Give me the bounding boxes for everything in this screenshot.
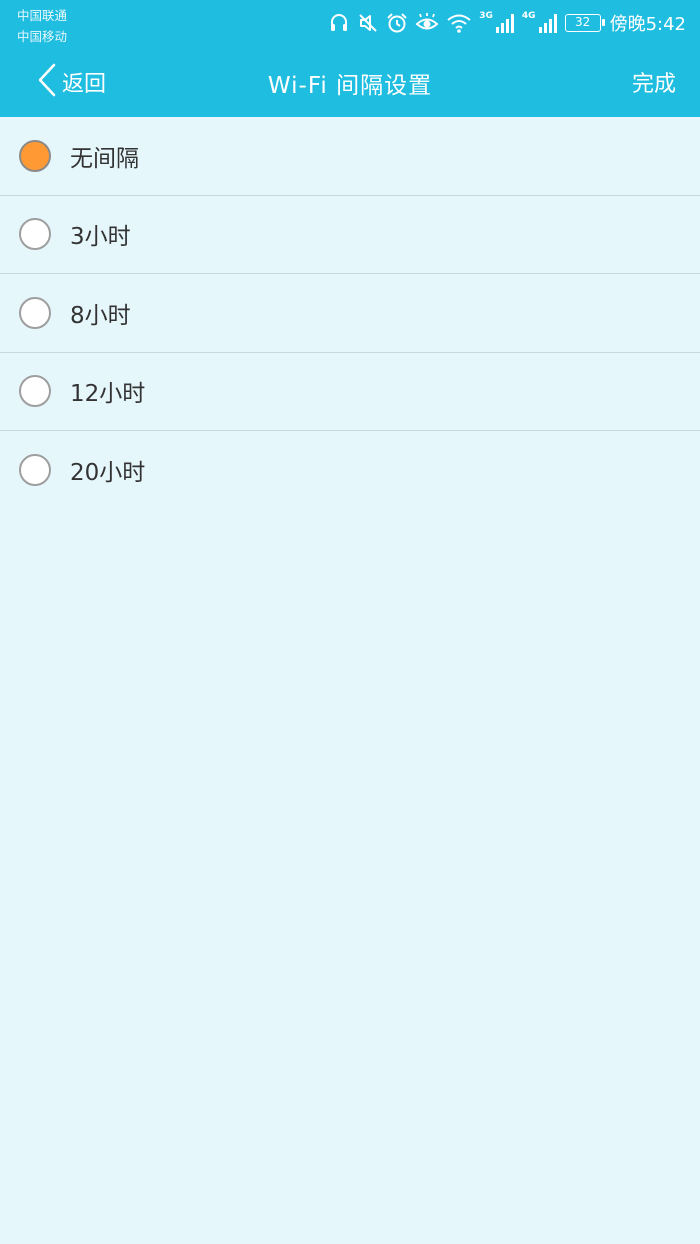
status-bar: 中国联通 中国移动 3G 4G 32 傍晚5:42 — [0, 0, 700, 46]
battery-icon: 32 — [564, 14, 605, 32]
page-title: Wi-Fi 间隔设置 — [267, 73, 433, 99]
radio-button[interactable] — [19, 454, 51, 487]
page: 中国联通 中国移动 3G 4G 32 傍晚5:42 返回 Wi-Fi 间隔设置 … — [0, 0, 700, 1244]
option-label: 8小时 — [70, 302, 131, 329]
option-label: 20小时 — [70, 460, 146, 487]
nav-bar: 返回 Wi-Fi 间隔设置 完成 — [0, 46, 700, 117]
done-button[interactable]: 完成 — [632, 66, 676, 98]
option-8-hours[interactable]: 8小时 — [0, 274, 700, 353]
option-no-interval[interactable]: 无间隔 — [0, 117, 700, 196]
carrier-2-label: 中国移动 — [17, 29, 68, 44]
radio-button[interactable] — [19, 375, 51, 408]
mute-icon — [357, 12, 379, 34]
clock: 傍晚5:42 — [609, 14, 686, 35]
option-3-hours[interactable]: 3小时 — [0, 196, 700, 274]
interval-options-list: 无间隔 3小时 8小时 12小时 20小时 — [0, 117, 700, 510]
signal-4g-icon — [538, 12, 558, 34]
radio-button[interactable] — [19, 296, 51, 329]
option-12-hours[interactable]: 12小时 — [0, 353, 700, 431]
radio-button[interactable] — [19, 218, 51, 251]
carrier-info: 中国联通 中国移动 — [17, 5, 67, 47]
network-4g-label: 4G — [521, 11, 536, 21]
carrier-1-label: 中国联通 — [17, 8, 68, 23]
option-20-hours[interactable]: 20小时 — [0, 431, 700, 510]
network-3g-label: 3G — [479, 11, 493, 21]
option-label: 3小时 — [70, 224, 131, 251]
option-label: 无间隔 — [70, 145, 139, 172]
headset-icon — [328, 12, 350, 34]
radio-button-selected[interactable] — [19, 139, 51, 172]
alarm-icon — [386, 12, 408, 34]
signal-3g-icon — [495, 12, 515, 34]
wifi-icon — [446, 12, 472, 34]
option-label: 12小时 — [70, 381, 146, 408]
eye-comfort-icon — [415, 12, 439, 34]
battery-level: 32 — [574, 15, 591, 29]
status-icons: 3G 4G 32 傍晚5:42 — [328, 8, 686, 38]
